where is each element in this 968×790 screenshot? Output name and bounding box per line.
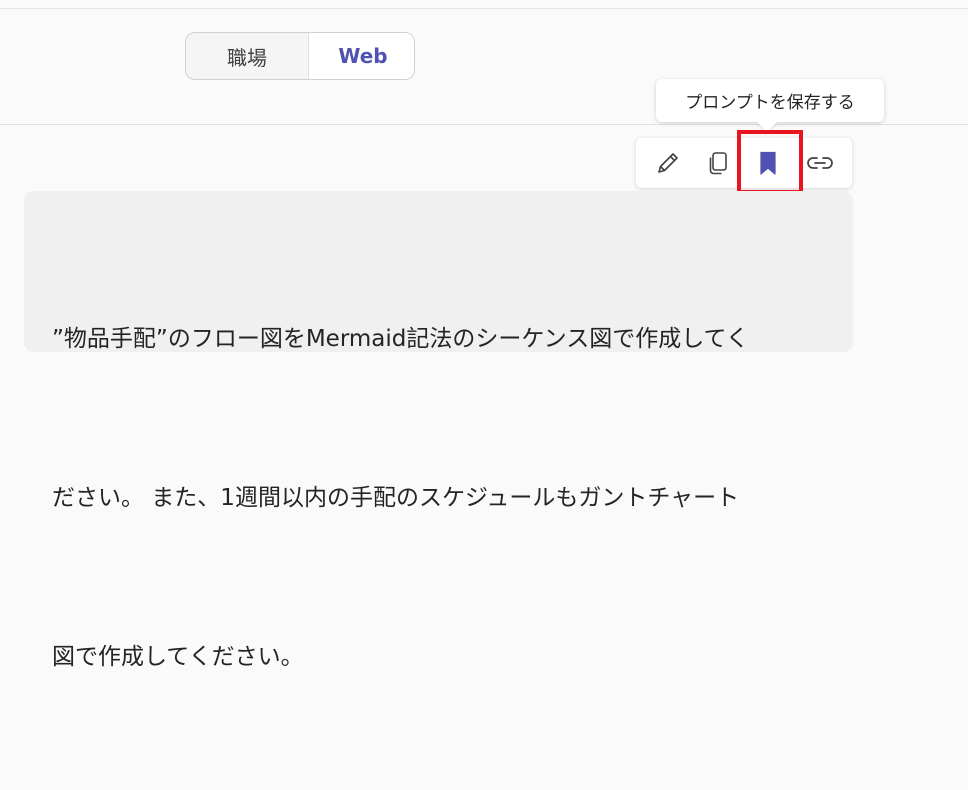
pencil-icon xyxy=(658,153,678,173)
message-action-toolbar xyxy=(636,138,852,188)
prompt-text: ”物品手配”のフロー図をMermaid記法のシーケンス図で作成してく ださい。 … xyxy=(52,207,825,790)
toggle-work[interactable]: 職場 xyxy=(186,33,308,79)
toggle-web-label: Web xyxy=(338,44,388,68)
save-prompt-button[interactable] xyxy=(748,138,788,188)
save-prompt-tooltip: プロンプトを保存する xyxy=(656,79,884,122)
prompt-line: ださい。 また、1週間以内の手配のスケジュールもガントチャート xyxy=(52,485,740,511)
header-divider xyxy=(0,124,968,125)
share-link-button[interactable] xyxy=(800,138,840,188)
user-prompt-bubble: ”物品手配”のフロー図をMermaid記法のシーケンス図で作成してく ださい。 … xyxy=(24,191,853,670)
prompt-line: ”物品手配”のフロー図をMermaid記法のシーケンス図で作成してく xyxy=(52,326,749,352)
prompt-line: 図で作成してください。 xyxy=(52,644,304,670)
mode-toggle: 職場 Web xyxy=(185,32,415,80)
toggle-work-label: 職場 xyxy=(227,45,267,70)
top-border xyxy=(0,8,968,9)
bookmark-icon xyxy=(760,151,776,175)
link-icon xyxy=(807,157,833,169)
edit-button[interactable] xyxy=(648,138,688,188)
copy-button[interactable] xyxy=(698,138,738,188)
copy-icon xyxy=(709,152,727,175)
toggle-web[interactable]: Web xyxy=(308,33,414,79)
tooltip-text: プロンプトを保存する xyxy=(685,93,855,113)
